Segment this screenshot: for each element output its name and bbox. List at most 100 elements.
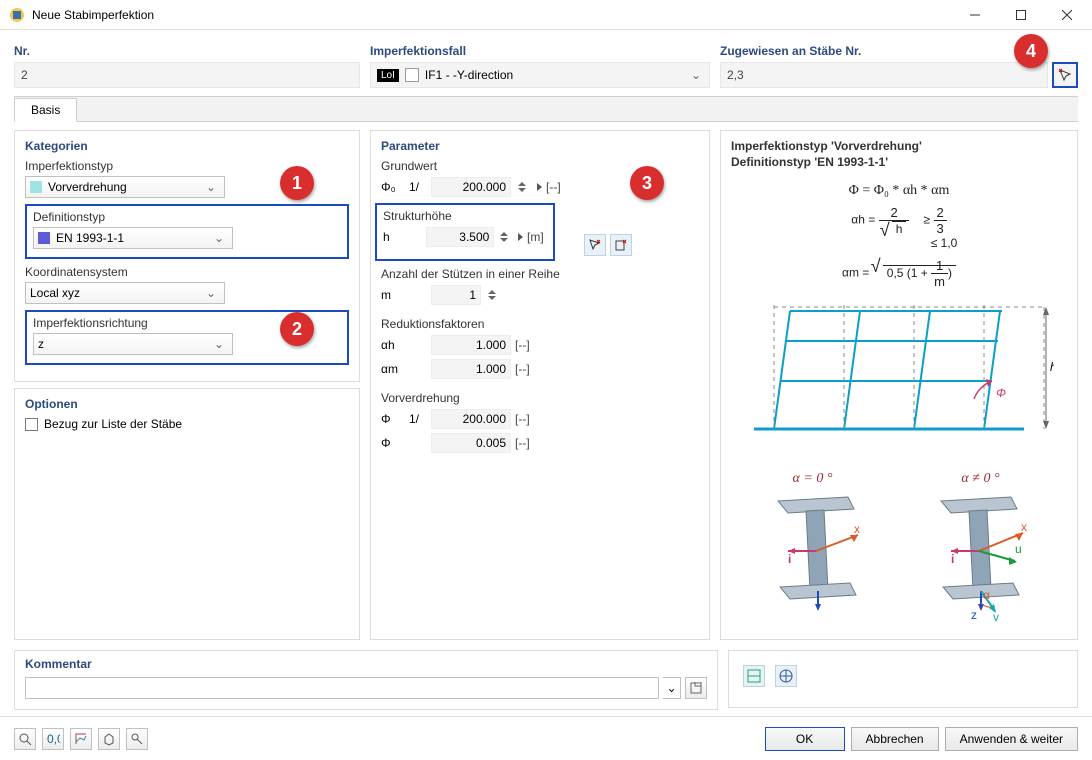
categories-header: Kategorien bbox=[25, 139, 349, 153]
chevron-down-icon: ⌄ bbox=[210, 231, 228, 245]
parameter-header: Parameter bbox=[381, 139, 699, 153]
magnifier-icon bbox=[18, 732, 32, 746]
comment-header: Kommentar bbox=[25, 657, 707, 671]
aux-button-1[interactable] bbox=[743, 665, 765, 687]
am-value: 1.000 bbox=[431, 359, 511, 379]
comment-input[interactable] bbox=[25, 677, 659, 699]
deftype-select[interactable]: EN 1993-1-1 ⌄ bbox=[33, 227, 233, 249]
h-symbol: h bbox=[383, 230, 403, 244]
svg-text:x: x bbox=[1021, 520, 1027, 534]
m-input[interactable]: 1 bbox=[431, 285, 481, 305]
height-group: Strukturhöhe h 3.500 [m] bbox=[375, 203, 555, 261]
tool-button-5[interactable] bbox=[126, 728, 148, 750]
svg-text:0,00: 0,00 bbox=[47, 732, 60, 746]
key-icon bbox=[130, 732, 144, 746]
case-label: Imperfektionsfall bbox=[370, 38, 710, 62]
svg-text:x: x bbox=[854, 522, 860, 536]
help-button[interactable] bbox=[14, 728, 36, 750]
pick-height-button[interactable] bbox=[584, 234, 606, 256]
deftype-color-icon bbox=[38, 232, 50, 244]
tool-button-4[interactable] bbox=[98, 728, 120, 750]
chevron-down-icon: ⌄ bbox=[202, 180, 220, 194]
parameter-panel: Parameter Grundwert Φ₀ 1/ 200.000 [--] S… bbox=[370, 130, 710, 640]
sway-diagram: Φ h bbox=[744, 301, 1054, 441]
imptype-select[interactable]: Vorverdrehung ⌄ bbox=[25, 176, 225, 198]
globe-icon bbox=[779, 669, 793, 683]
bottom-icon-panel bbox=[728, 650, 1078, 708]
pick-height-button-2[interactable] bbox=[610, 234, 632, 256]
case-select[interactable]: LoI IF1 - -Y-direction ⌄ bbox=[370, 62, 710, 88]
play-icon[interactable] bbox=[537, 183, 542, 191]
comment-dropdown[interactable]: ⌄ bbox=[663, 677, 681, 699]
svg-text:Φ: Φ bbox=[996, 386, 1006, 400]
minimize-button[interactable] bbox=[952, 0, 998, 30]
phi-inv-unit: [--] bbox=[515, 412, 539, 426]
ok-button[interactable]: OK bbox=[765, 727, 845, 751]
cancel-button[interactable]: Abbrechen bbox=[851, 727, 939, 751]
direction-select[interactable]: z ⌄ bbox=[33, 333, 233, 355]
phi-unit: [--] bbox=[515, 436, 539, 450]
aux-button-2[interactable] bbox=[775, 665, 797, 687]
sway-label: Vorverdrehung bbox=[381, 391, 699, 405]
info-line2: Definitionstyp 'EN 1993-1-1' bbox=[731, 155, 1067, 169]
title-bar: Neue Stabimperfektion bbox=[0, 0, 1092, 30]
footer: 0,00 OK Abbrechen Anwenden & weiter bbox=[0, 716, 1092, 760]
svg-text:i: i bbox=[788, 552, 791, 566]
play-icon[interactable] bbox=[518, 233, 523, 241]
nr-field[interactable]: 2 bbox=[14, 62, 360, 88]
phi0-input[interactable]: 200.000 bbox=[431, 177, 511, 197]
note-icon bbox=[690, 682, 702, 694]
phi0-spinner[interactable] bbox=[515, 182, 529, 192]
one-over-label: 1/ bbox=[409, 180, 427, 194]
window-title: Neue Stabimperfektion bbox=[32, 8, 952, 22]
categories-panel: Kategorien Imperfektionstyp Vorverdrehun… bbox=[14, 130, 360, 382]
graph-button[interactable] bbox=[70, 728, 92, 750]
coord-label: Koordinatensystem bbox=[25, 265, 349, 279]
case-color-icon bbox=[405, 68, 419, 82]
apply-next-button[interactable]: Anwenden & weiter bbox=[945, 727, 1078, 751]
case-badge: LoI bbox=[377, 69, 399, 82]
am-symbol: αm bbox=[381, 362, 405, 376]
direction-value: z bbox=[38, 337, 210, 351]
phi-inv-value: 200.000 bbox=[431, 409, 511, 429]
units-button[interactable]: 0,00 bbox=[42, 728, 64, 750]
options-header: Optionen bbox=[25, 397, 349, 411]
cursor-pick-icon bbox=[1058, 68, 1072, 82]
deftype-group: Definitionstyp EN 1993-1-1 ⌄ bbox=[25, 204, 349, 259]
h-unit: [m] bbox=[527, 230, 547, 244]
assigned-field[interactable]: 2,3 bbox=[720, 62, 1048, 88]
svg-text:v: v bbox=[993, 610, 999, 621]
chevron-down-icon: ⌄ bbox=[666, 681, 676, 695]
tab-basis[interactable]: Basis bbox=[14, 98, 77, 122]
ah-symbol: αh bbox=[381, 338, 405, 352]
m-symbol: m bbox=[381, 288, 405, 302]
one-over-label-2: 1/ bbox=[409, 412, 427, 426]
chevron-down-icon: ⌄ bbox=[202, 286, 220, 300]
numcols-label: Anzahl der Stützen in einer Reihe bbox=[381, 267, 699, 281]
ah-value: 1.000 bbox=[431, 335, 511, 355]
h-input[interactable]: 3.500 bbox=[426, 227, 494, 247]
svg-text:i: i bbox=[951, 552, 954, 566]
callout-1: 1 bbox=[280, 166, 314, 200]
h-spinner[interactable] bbox=[498, 232, 510, 242]
i-beam-icon: x i z bbox=[758, 491, 868, 611]
alpha0-label: α = 0 ° bbox=[758, 471, 868, 487]
height-label: Strukturhöhe bbox=[383, 209, 547, 223]
relative-to-list-checkbox[interactable]: Bezug zur Liste der Stäbe bbox=[25, 417, 349, 431]
comment-edit-button[interactable] bbox=[685, 677, 707, 699]
m-spinner[interactable] bbox=[485, 290, 499, 300]
callout-4: 4 bbox=[1014, 34, 1048, 68]
grid-icon bbox=[747, 669, 761, 683]
nr-label: Nr. bbox=[14, 38, 360, 62]
checkbox-icon bbox=[25, 418, 38, 431]
coord-select[interactable]: Local xyz ⌄ bbox=[25, 282, 225, 304]
cube-icon bbox=[102, 732, 116, 746]
close-window-button[interactable] bbox=[1044, 0, 1090, 30]
pick-members-button[interactable] bbox=[1052, 62, 1078, 88]
units-icon: 0,00 bbox=[46, 732, 60, 746]
formula-block: Φ = Φ₀ * αh * αm αh = 2h ≥ 23 ≤ 1,0 αm =… bbox=[731, 183, 1067, 289]
svg-text:z: z bbox=[814, 610, 820, 611]
chevron-down-icon: ⌄ bbox=[210, 337, 228, 351]
callout-3: 3 bbox=[630, 166, 664, 200]
maximize-button[interactable] bbox=[998, 0, 1044, 30]
